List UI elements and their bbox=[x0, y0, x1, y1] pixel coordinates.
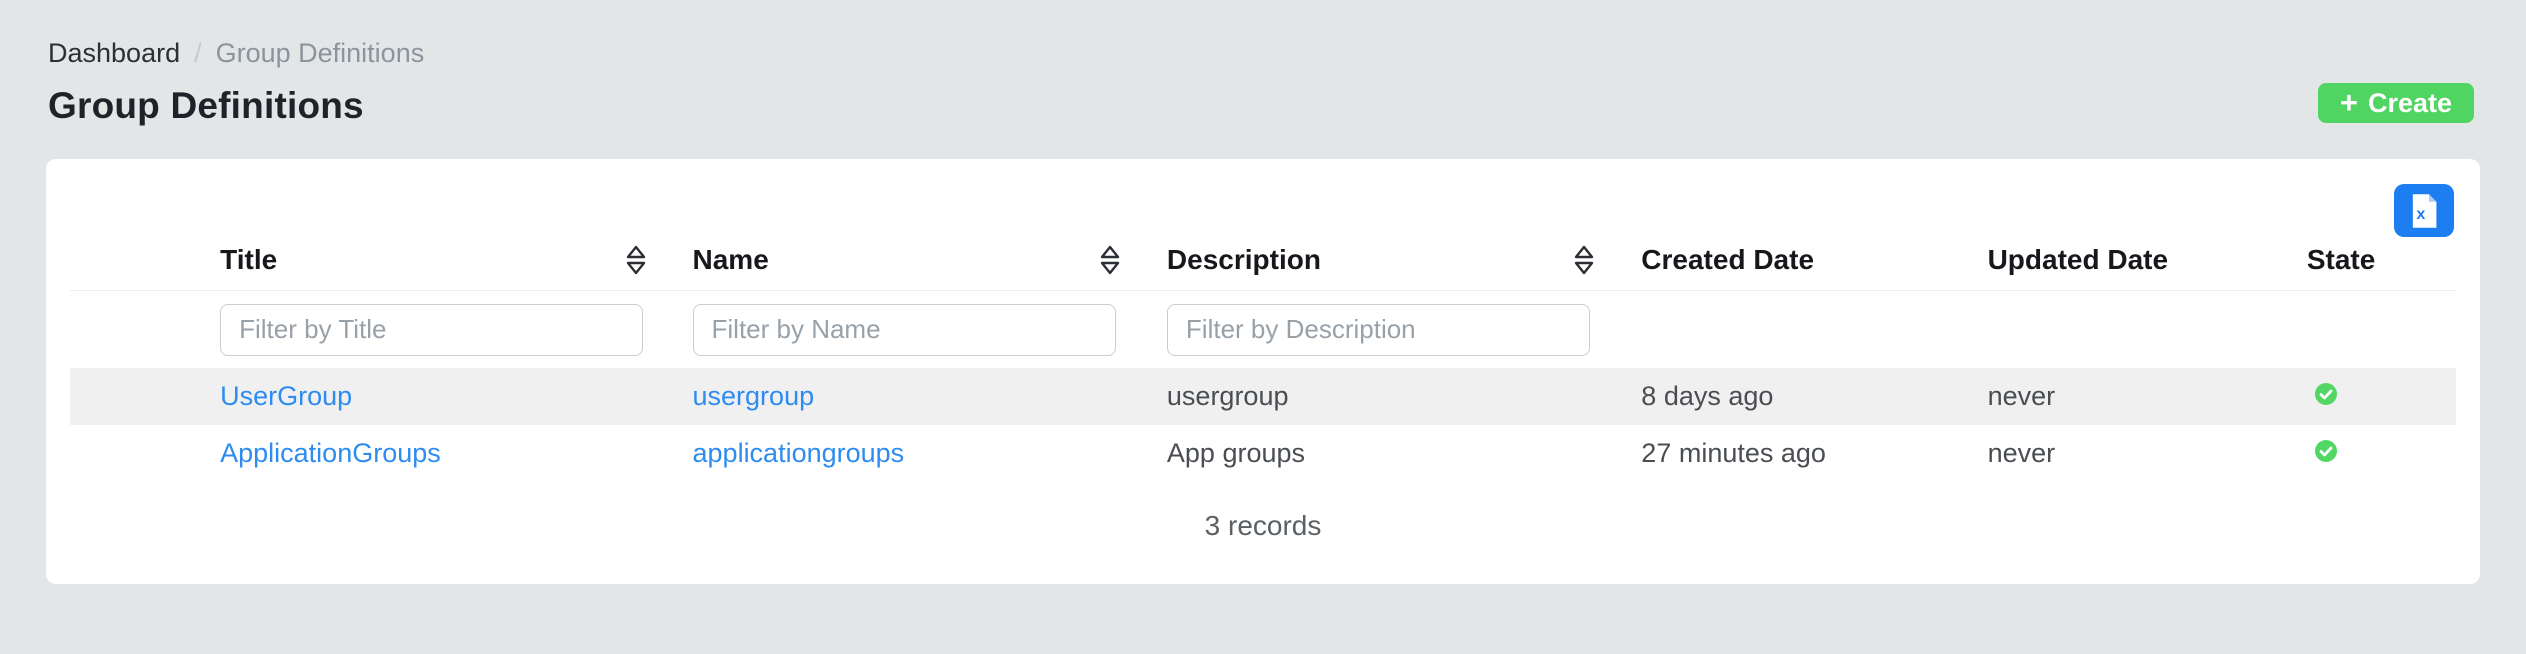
row-title-link[interactable]: ApplicationGroups bbox=[220, 438, 441, 468]
filter-cell-title bbox=[220, 290, 692, 368]
file-excel-icon: x bbox=[2409, 193, 2439, 229]
filter-cell-empty bbox=[70, 290, 220, 368]
group-definitions-table: Title Name bbox=[70, 159, 2456, 482]
column-header-name-label: Name bbox=[693, 244, 769, 276]
filter-cell-created bbox=[1641, 290, 1987, 368]
row-name-link[interactable]: applicationgroups bbox=[693, 438, 905, 468]
sort-icon[interactable] bbox=[1573, 244, 1595, 276]
table-row: ApplicationGroups applicationgroups App … bbox=[70, 425, 2456, 482]
records-count: 3 records bbox=[70, 482, 2456, 542]
page: Dashboard / Group Definitions Group Defi… bbox=[0, 0, 2526, 654]
filter-cell-updated bbox=[1988, 290, 2307, 368]
filter-cell-name bbox=[693, 290, 1167, 368]
row-description: usergroup bbox=[1167, 368, 1641, 425]
row-title-link[interactable]: UserGroup bbox=[220, 381, 352, 411]
column-header-title-label: Title bbox=[220, 244, 277, 276]
column-header-title[interactable]: Title bbox=[220, 159, 692, 290]
plus-icon: + bbox=[2340, 87, 2358, 118]
row-updated-date: never bbox=[1988, 425, 2307, 482]
sort-icon[interactable] bbox=[625, 244, 647, 276]
breadcrumb: Dashboard / Group Definitions bbox=[48, 38, 2474, 68]
column-header-name[interactable]: Name bbox=[693, 159, 1167, 290]
column-header-created-date: Created Date bbox=[1641, 159, 1987, 290]
filter-by-description-input[interactable] bbox=[1167, 304, 1590, 356]
row-name-link[interactable]: usergroup bbox=[693, 381, 815, 411]
table-header-row: Title Name bbox=[70, 159, 2456, 290]
filter-cell-description bbox=[1167, 290, 1641, 368]
group-definitions-card: x Title bbox=[46, 159, 2480, 584]
filter-by-name-input[interactable] bbox=[693, 304, 1116, 356]
breadcrumb-separator: / bbox=[194, 38, 202, 68]
sort-icon[interactable] bbox=[1099, 244, 1121, 276]
page-header: Dashboard / Group Definitions Group Defi… bbox=[0, 0, 2526, 128]
page-title: Group Definitions bbox=[48, 84, 2474, 128]
row-updated-date: never bbox=[1988, 368, 2307, 425]
state-active-check-icon bbox=[2315, 383, 2337, 405]
row-created-date: 8 days ago bbox=[1641, 368, 1987, 425]
create-button[interactable]: + Create bbox=[2318, 83, 2474, 123]
table-filter-row bbox=[70, 290, 2456, 368]
create-button-label: Create bbox=[2368, 88, 2452, 119]
column-header-updated-date: Updated Date bbox=[1988, 159, 2307, 290]
state-active-check-icon bbox=[2315, 440, 2337, 462]
column-header-description[interactable]: Description bbox=[1167, 159, 1641, 290]
export-excel-button[interactable]: x bbox=[2394, 184, 2454, 237]
table-row: UserGroup usergroup usergroup 8 days ago… bbox=[70, 368, 2456, 425]
row-description: App groups bbox=[1167, 425, 1641, 482]
column-header-empty bbox=[70, 159, 220, 290]
filter-cell-state bbox=[2307, 290, 2456, 368]
breadcrumb-current: Group Definitions bbox=[216, 38, 425, 68]
filter-by-title-input[interactable] bbox=[220, 304, 643, 356]
row-created-date: 27 minutes ago bbox=[1641, 425, 1987, 482]
svg-text:x: x bbox=[2416, 205, 2425, 223]
breadcrumb-dashboard-link[interactable]: Dashboard bbox=[48, 38, 180, 68]
column-header-description-label: Description bbox=[1167, 244, 1321, 276]
